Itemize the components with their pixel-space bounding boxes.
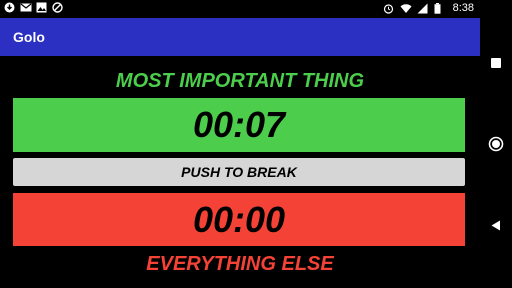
everything-else-heading: EVERYTHING ELSE [146, 253, 334, 275]
everything-else-timer-value: 00:00 [192, 198, 286, 240]
recents-square-icon[interactable] [480, 55, 512, 71]
push-to-break-label: PUSH TO BREAK [181, 164, 297, 180]
everything-else-timer[interactable]: 00:00 [13, 193, 465, 246]
gmail-icon [20, 2, 32, 13]
push-to-break-button[interactable]: PUSH TO BREAK [13, 158, 465, 186]
most-important-heading: MOST IMPORTANT THING [115, 70, 365, 92]
image-icon [36, 2, 47, 13]
home-circle-icon[interactable] [480, 134, 512, 154]
most-important-timer[interactable]: 00:07 [13, 98, 465, 152]
blocked-icon [52, 2, 63, 13]
signal-icon [417, 3, 428, 14]
wifi-icon [400, 3, 412, 14]
back-triangle-icon[interactable] [480, 217, 512, 233]
battery-icon [434, 2, 445, 14]
download-icon [4, 2, 15, 13]
alarm-icon [383, 3, 394, 14]
app-action-bar: Golo [0, 18, 480, 56]
status-time: 8:38 [452, 2, 474, 14]
app-title: Golo [13, 29, 45, 45]
most-important-timer-value: 00:07 [192, 104, 286, 145]
app-screen: 8:38 Golo MOST IMPORTANT THING 00:07 PUS… [0, 0, 512, 288]
status-bar: 8:38 [0, 0, 480, 18]
system-nav-bar [480, 0, 512, 288]
